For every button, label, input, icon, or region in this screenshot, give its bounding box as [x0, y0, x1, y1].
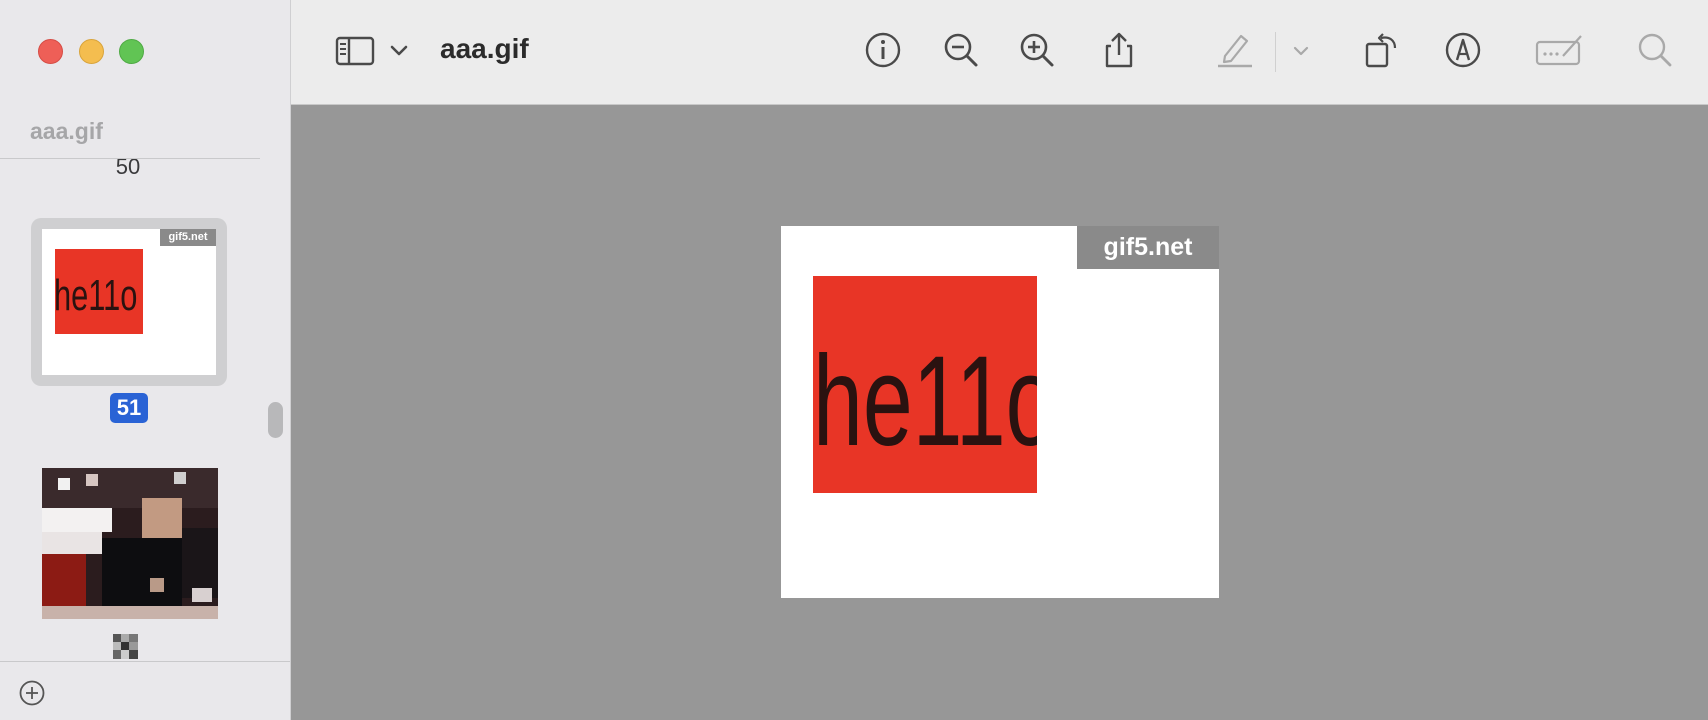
search-icon[interactable] — [1635, 30, 1675, 70]
sidebar-scrollbar[interactable] — [268, 402, 283, 438]
zoom-window-button[interactable] — [119, 39, 144, 64]
red-text-box: he11o — [813, 276, 1037, 493]
markup-icon[interactable] — [1443, 30, 1483, 70]
thumbnail-text: he11o — [55, 271, 138, 320]
close-window-button[interactable] — [38, 39, 63, 64]
thumbnail-watermark: gif5.net — [160, 229, 216, 246]
page-thumbnail-selected[interactable]: gif5.net he11o — [31, 218, 227, 386]
sidebar-footer-divider — [0, 661, 290, 662]
signature-icon[interactable] — [1535, 30, 1585, 70]
toolbar-divider — [1275, 32, 1276, 72]
add-page-icon[interactable] — [19, 680, 45, 706]
partial-thumbnail-icon — [113, 634, 138, 659]
sidebar-toggle-icon[interactable] — [335, 30, 375, 70]
hello-text: he11o — [813, 330, 1037, 473]
page-thumbnail[interactable] — [42, 468, 218, 619]
chevron-down-icon[interactable] — [387, 30, 411, 70]
toolbar: aaa.gif — [291, 0, 1708, 105]
zoom-out-icon[interactable] — [941, 30, 981, 70]
document-area: aaa.gif gif5.net he11o — [291, 0, 1708, 720]
highlight-pen-icon[interactable] — [1215, 30, 1255, 70]
thumbnail-sidebar: aaa.gif 50 gif5.net he11o 51 — [0, 0, 291, 720]
document-title: aaa.gif — [440, 33, 529, 64]
selected-page-badge: 51 — [110, 393, 148, 423]
watermark-label: gif5.net — [1077, 226, 1219, 269]
document-page: gif5.net he11o — [781, 226, 1219, 598]
thumbnail-red-box: he11o — [55, 249, 143, 334]
rotate-icon[interactable] — [1361, 30, 1401, 70]
preview-window: aaa.gif 50 gif5.net he11o 51 aaa.gif gif… — [0, 0, 1708, 720]
sidebar-title: aaa.gif — [30, 118, 103, 144]
share-icon[interactable] — [1099, 30, 1139, 70]
minimize-window-button[interactable] — [79, 39, 104, 64]
chevron-down-icon[interactable] — [1289, 30, 1313, 70]
info-icon[interactable] — [863, 30, 903, 70]
pixelated-photo-thumbnail — [42, 468, 218, 619]
sidebar-divider — [0, 158, 260, 159]
thumbnail-image: gif5.net he11o — [42, 229, 216, 375]
zoom-in-icon[interactable] — [1017, 30, 1057, 70]
